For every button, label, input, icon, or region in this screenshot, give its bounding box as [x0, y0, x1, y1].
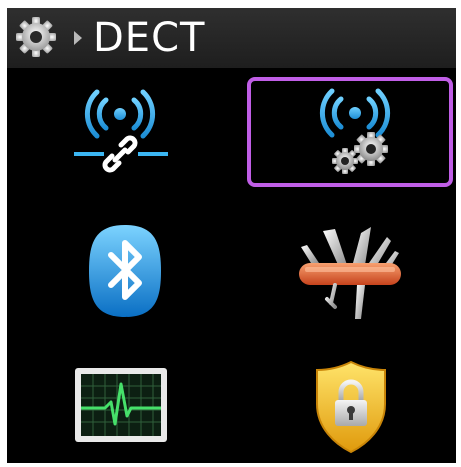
menu-item-dect-settings[interactable] [247, 77, 453, 187]
menu-item-tools[interactable] [247, 213, 453, 323]
wireless-link-icon [74, 89, 168, 173]
menu-item-diagnostics[interactable] [15, 348, 221, 458]
chevron-right-icon [74, 31, 82, 45]
bluetooth-icon [89, 225, 161, 317]
menu-item-dect-pairing[interactable] [15, 74, 221, 184]
menu-item-bluetooth[interactable] [15, 213, 221, 323]
gear-icon [16, 17, 56, 57]
menu-item-security[interactable] [247, 348, 453, 458]
screen: DECT [7, 8, 456, 463]
security-shield-lock-icon [316, 360, 386, 454]
swiss-army-knife-icon [299, 227, 401, 319]
title-bar: DECT [7, 8, 456, 68]
page-title: DECT [93, 15, 206, 61]
wireless-settings-icon [319, 88, 391, 174]
heart-monitor-icon [75, 368, 167, 442]
